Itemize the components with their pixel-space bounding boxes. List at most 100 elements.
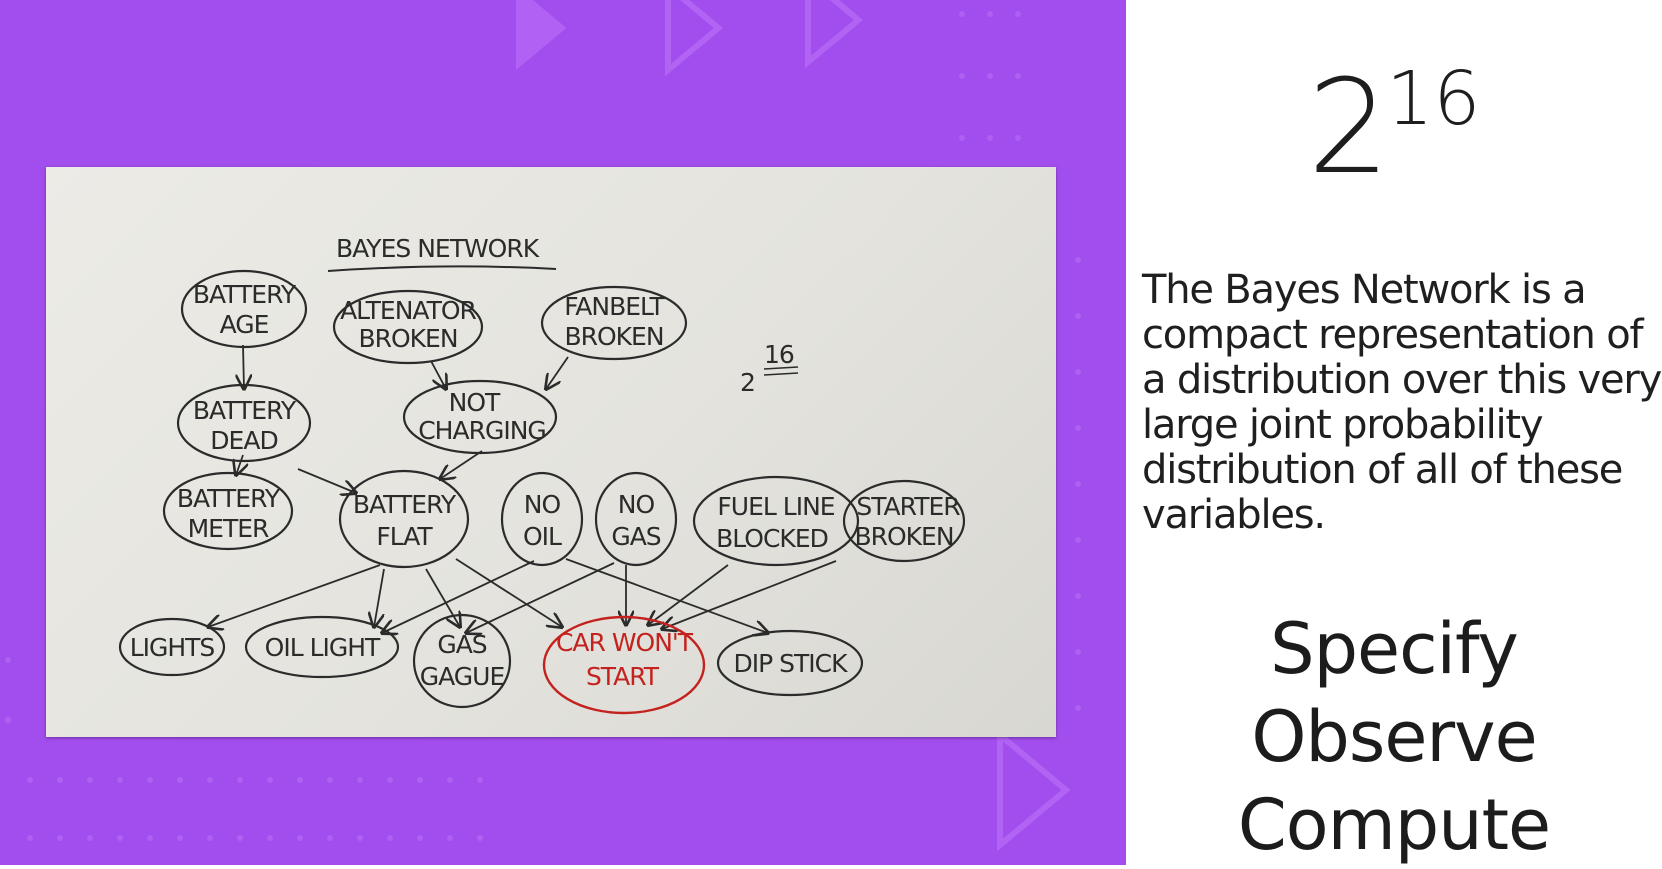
edge-not-charging-to-flat: [440, 450, 483, 479]
step-observe: Observe: [1251, 696, 1537, 778]
decor-dot: [177, 835, 183, 841]
decor-dot: [297, 835, 303, 841]
state-count: 216: [1126, 62, 1662, 192]
node-gas-gauge-line-2: GAGUE: [420, 662, 505, 691]
decor-triangle-filled: [516, 0, 567, 70]
decor-dot: [297, 777, 303, 783]
decor-dot: [1075, 705, 1081, 711]
node-battery-dead-line-2: DEAD: [210, 426, 277, 455]
decor-dot: [1075, 313, 1081, 319]
node-battery-age-line-2: AGE: [220, 310, 269, 339]
decor-dot: [5, 717, 11, 723]
decor-dot: [1075, 425, 1081, 431]
node-car-wont-start-line-1: CAR WON'T: [556, 628, 694, 657]
node-battery-meter-line-1: BATTERY: [177, 484, 281, 513]
node-battery-age: BATTERY AGE: [180, 269, 308, 349]
node-no-oil: NO OIL: [500, 471, 584, 567]
node-no-gas: NO GAS: [594, 471, 678, 567]
decor-dot: [987, 73, 993, 79]
decor-dot: [447, 777, 453, 783]
node-lights-label: LIGHTS: [130, 633, 215, 662]
decor-dot: [1015, 11, 1021, 17]
decor-dot: [237, 835, 243, 841]
decor-dot: [1075, 369, 1081, 375]
decor-dot: [27, 835, 33, 841]
node-starter-line-1: STARTER: [856, 492, 960, 521]
decor-dot: [357, 835, 363, 841]
decor-dot: [447, 835, 453, 841]
decor-dot: [1075, 481, 1081, 487]
node-alternator-broken: ALTENATOR BROKEN: [332, 289, 484, 365]
edge-fuel-line-to-car-wont-start: [648, 564, 729, 625]
decor-triangle-outline-3: [997, 728, 1071, 852]
text-panel: 216 The Bayes Network is a compact repre…: [1126, 0, 1662, 866]
node-fanbelt-broken: FANBELT BROKEN: [540, 285, 688, 361]
step-specify: Specify: [1270, 608, 1519, 690]
node-battery-meter: BATTERY METER: [162, 471, 294, 551]
node-no-oil-line-2: OIL: [523, 522, 562, 551]
decor-dot: [147, 835, 153, 841]
decor-dot: [357, 777, 363, 783]
decor-dot: [1015, 135, 1021, 141]
decor-dot: [27, 777, 33, 783]
steps-list: Specify Observe Compute: [1126, 605, 1662, 869]
decor-dot: [57, 777, 63, 783]
edge-no-oil-to-dip-stick: [565, 558, 768, 633]
node-not-charging-line-2: CHARGING: [418, 416, 546, 445]
bayes-network-diagram: BAYES NETWORK 2 16 BATTERY AGE ALTENATOR…: [118, 234, 966, 715]
decor-dot: [1075, 649, 1081, 655]
decor-dot: [387, 835, 393, 841]
decor-dot: [327, 835, 333, 841]
decor-dot: [477, 777, 483, 783]
decor-dot: [387, 777, 393, 783]
node-gas-gauge-line-1: GAS: [437, 630, 486, 659]
decor-dot: [267, 835, 273, 841]
node-car-wont-start: CAR WON'T START: [542, 615, 706, 715]
decor-dot: [417, 835, 423, 841]
node-alternator-line-1: ALTENATOR: [340, 296, 476, 325]
decor-dot: [417, 777, 423, 783]
node-no-gas-line-1: NO: [618, 490, 655, 519]
decor-dot: [207, 777, 213, 783]
edge-battery-age-to-dead: [243, 344, 244, 389]
step-compute: Compute: [1237, 784, 1551, 866]
node-starter-line-2: BROKEN: [854, 522, 953, 551]
decor-dot: [477, 835, 483, 841]
node-oil-light-label: OIL LIGHT: [265, 633, 381, 662]
node-battery-flat: BATTERY FLAT: [338, 469, 470, 569]
edge-dead-to-flat: [297, 468, 356, 493]
node-battery-age-line-1: BATTERY: [193, 280, 297, 309]
decor-dot: [959, 135, 965, 141]
node-lights: LIGHTS: [118, 617, 226, 677]
annotation-base: 2: [740, 368, 755, 397]
decor-dot: [1075, 593, 1081, 599]
decor-dot: [987, 135, 993, 141]
decor-dot: [117, 777, 123, 783]
decor-dot: [87, 835, 93, 841]
node-fuel-line-line-2: BLOCKED: [716, 524, 828, 553]
node-battery-flat-line-1: BATTERY: [353, 490, 457, 519]
decor-dot: [237, 777, 243, 783]
node-battery-flat-line-2: FLAT: [376, 522, 433, 551]
decor-triangle-outline-1: [665, 0, 724, 77]
decor-dot: [57, 835, 63, 841]
node-fanbelt-line-1: FANBELT: [564, 292, 665, 321]
node-car-wont-start-line-2: START: [586, 662, 660, 691]
state-count-base: 2: [1307, 51, 1391, 203]
description-text: The Bayes Network is a compact represent…: [1142, 267, 1662, 538]
node-starter-broken: STARTER BROKEN: [842, 479, 966, 563]
node-fanbelt-line-2: BROKEN: [564, 322, 663, 351]
node-not-charging-line-1: NOT: [449, 388, 501, 417]
decor-dot: [987, 11, 993, 17]
node-alternator-line-2: BROKEN: [358, 324, 457, 353]
edge-flat-to-oil-light: [374, 568, 385, 627]
decor-dot: [1075, 257, 1081, 263]
node-fuel-line-line-1: FUEL LINE: [717, 492, 834, 521]
node-oil-light: OIL LIGHT: [244, 615, 400, 679]
decor-dot: [327, 777, 333, 783]
edge-fanbelt-to-not-charging: [546, 356, 569, 389]
title-underline: [327, 265, 557, 272]
decor-dot: [959, 11, 965, 17]
node-battery-dead: BATTERY DEAD: [176, 383, 312, 463]
whiteboard-photo: BAYES NETWORK 2 16 BATTERY AGE ALTENATOR…: [46, 167, 1056, 737]
